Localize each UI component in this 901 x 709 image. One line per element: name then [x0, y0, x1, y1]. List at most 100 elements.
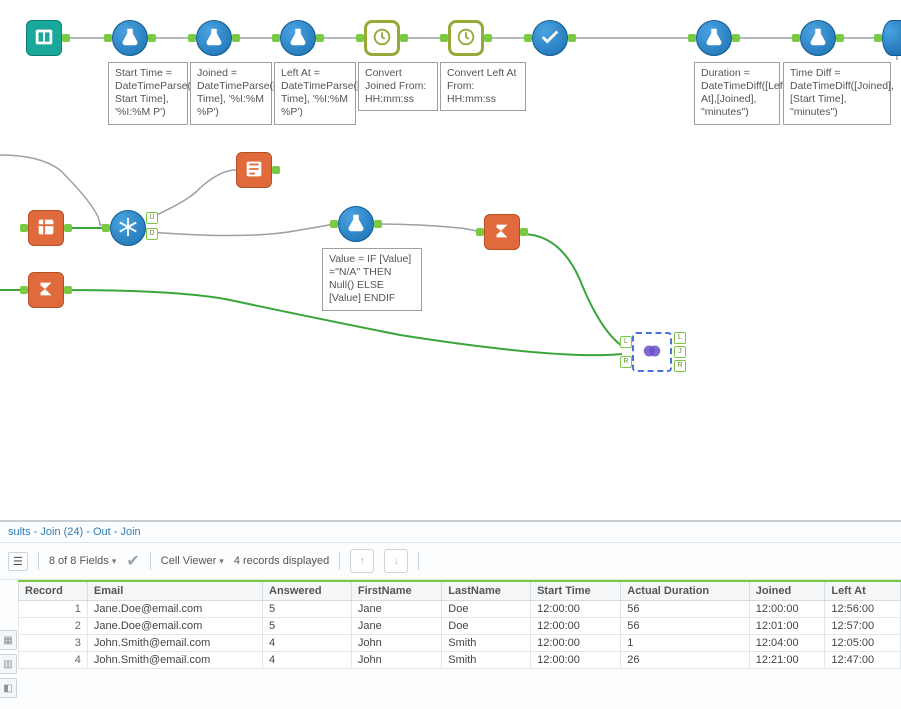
- formula-tool-4[interactable]: [696, 20, 732, 56]
- nav-down-button[interactable]: ↓: [384, 549, 408, 573]
- anchor-in[interactable]: [188, 34, 196, 42]
- datetime-tool-2[interactable]: [448, 20, 484, 56]
- anchor-out[interactable]: [732, 34, 740, 42]
- anchor-in[interactable]: [874, 34, 882, 42]
- nav-up-button[interactable]: ↑: [350, 549, 374, 573]
- anchor-in[interactable]: [688, 34, 696, 42]
- formula-flask-icon: [287, 26, 309, 51]
- anchor-out[interactable]: [62, 34, 70, 42]
- anchor-in[interactable]: [476, 228, 484, 236]
- table-cell: 5: [263, 601, 352, 618]
- input-tool-icon: [33, 26, 55, 51]
- anchor-in[interactable]: [524, 34, 532, 42]
- column-header[interactable]: LastName: [442, 581, 531, 601]
- formula-tool-2[interactable]: [196, 20, 232, 56]
- annotation-convert-left: Convert Left At From: HH:mm:ss: [440, 62, 526, 111]
- anchor-in[interactable]: [440, 34, 448, 42]
- anchor-unique-u[interactable]: U: [146, 212, 158, 224]
- datetime-icon: [455, 26, 477, 51]
- formula-tool-3[interactable]: [280, 20, 316, 56]
- separator: [38, 552, 39, 570]
- anchor-out[interactable]: [400, 34, 408, 42]
- menu-icon[interactable]: ☰: [8, 552, 28, 571]
- fields-summary-label: 8 of 8 Fields: [49, 555, 109, 567]
- anchor-out[interactable]: [836, 34, 844, 42]
- table-row[interactable]: 2Jane.Doe@email.com5JaneDoe12:00:005612:…: [19, 618, 901, 635]
- anchor-in[interactable]: [20, 224, 28, 232]
- formula-tool-5[interactable]: [800, 20, 836, 56]
- anchor-join-j-out[interactable]: J: [674, 346, 686, 358]
- anchor-out[interactable]: [484, 34, 492, 42]
- column-header[interactable]: Left At: [825, 581, 901, 601]
- datetime-tool-1[interactable]: [364, 20, 400, 56]
- annotation-time-diff: Time Diff = DateTimeDiff([Joined],[Start…: [783, 62, 891, 125]
- table-cell: Doe: [442, 618, 531, 635]
- column-header[interactable]: Answered: [263, 581, 352, 601]
- input-data-tool[interactable]: [26, 20, 62, 56]
- table-cell: Jane.Doe@email.com: [87, 601, 262, 618]
- column-header[interactable]: Record: [19, 581, 88, 601]
- table-cell: 56: [621, 618, 750, 635]
- side-button-1[interactable]: ▦: [0, 630, 17, 650]
- summarize-tool-1[interactable]: [484, 214, 520, 250]
- column-header[interactable]: Actual Duration: [621, 581, 750, 601]
- anchor-out[interactable]: [568, 34, 576, 42]
- anchor-in[interactable]: [356, 34, 364, 42]
- summarize-tool-2[interactable]: [28, 272, 64, 308]
- anchor-in[interactable]: [104, 34, 112, 42]
- table-cell: 12:00:00: [531, 601, 621, 618]
- column-header[interactable]: Joined: [749, 581, 825, 601]
- table-row[interactable]: 1Jane.Doe@email.com5JaneDoe12:00:005612:…: [19, 601, 901, 618]
- results-table[interactable]: RecordEmailAnsweredFirstNameLastNameStar…: [18, 580, 901, 669]
- table-row[interactable]: 4John.Smith@email.com4JohnSmith12:00:002…: [19, 652, 901, 669]
- unique-tool[interactable]: [110, 210, 146, 246]
- formula-tool-value[interactable]: [338, 206, 374, 242]
- side-button-2[interactable]: ▥: [0, 654, 17, 674]
- anchor-unique-d[interactable]: D: [146, 228, 158, 240]
- table-cell: John: [351, 635, 441, 652]
- anchor-out[interactable]: [316, 34, 324, 42]
- anchor-in[interactable]: [330, 220, 338, 228]
- anchor-in[interactable]: [20, 286, 28, 294]
- caret-down-icon: ▾: [112, 556, 117, 566]
- join-icon: [641, 340, 663, 365]
- select-tool[interactable]: [532, 20, 568, 56]
- anchor-join-r-out[interactable]: R: [674, 360, 686, 372]
- anchor-in[interactable]: [272, 34, 280, 42]
- column-header[interactable]: Email: [87, 581, 262, 601]
- cell-viewer-dropdown[interactable]: Cell Viewer ▾: [161, 555, 224, 567]
- apply-check-icon[interactable]: ✔: [126, 551, 139, 571]
- results-pane: sults - Join (24) - Out - Join ☰ 8 of 8 …: [0, 520, 901, 709]
- table-cell: 3: [19, 635, 88, 652]
- transpose-tool[interactable]: [236, 152, 272, 188]
- anchor-in[interactable]: [102, 224, 110, 232]
- anchor-join-l-in[interactable]: L: [620, 336, 632, 348]
- anchor-in[interactable]: [792, 34, 800, 42]
- table-cell: John.Smith@email.com: [87, 652, 262, 669]
- column-header[interactable]: FirstName: [351, 581, 441, 601]
- anchor-out[interactable]: [374, 220, 382, 228]
- anchor-join-l-out[interactable]: L: [674, 332, 686, 344]
- anchor-join-r-in[interactable]: R: [620, 356, 632, 368]
- anchor-out[interactable]: [232, 34, 240, 42]
- table-cell: 12:01:00: [749, 618, 825, 635]
- anchor-out[interactable]: [272, 166, 280, 174]
- formula-flask-icon: [345, 212, 367, 237]
- crosstab-tool[interactable]: [28, 210, 64, 246]
- anchor-out[interactable]: [64, 224, 72, 232]
- formula-flask-icon: [119, 26, 141, 51]
- formula-tool-6-partial[interactable]: [882, 20, 901, 56]
- formula-tool-1[interactable]: [112, 20, 148, 56]
- workflow-canvas[interactable]: Start Time = DateTimeParse([Event Start …: [0, 0, 901, 520]
- side-button-3[interactable]: ◧: [0, 678, 17, 698]
- summarize-sigma-icon: [491, 220, 513, 245]
- table-cell: 12:57:00: [825, 618, 901, 635]
- anchor-out[interactable]: [148, 34, 156, 42]
- column-header[interactable]: Start Time: [531, 581, 621, 601]
- table-cell: 12:00:00: [531, 652, 621, 669]
- join-tool[interactable]: [632, 332, 672, 372]
- anchor-out[interactable]: [520, 228, 528, 236]
- anchor-out[interactable]: [64, 286, 72, 294]
- table-row[interactable]: 3John.Smith@email.com4JohnSmith12:00:001…: [19, 635, 901, 652]
- fields-dropdown[interactable]: 8 of 8 Fields ▾: [49, 555, 117, 567]
